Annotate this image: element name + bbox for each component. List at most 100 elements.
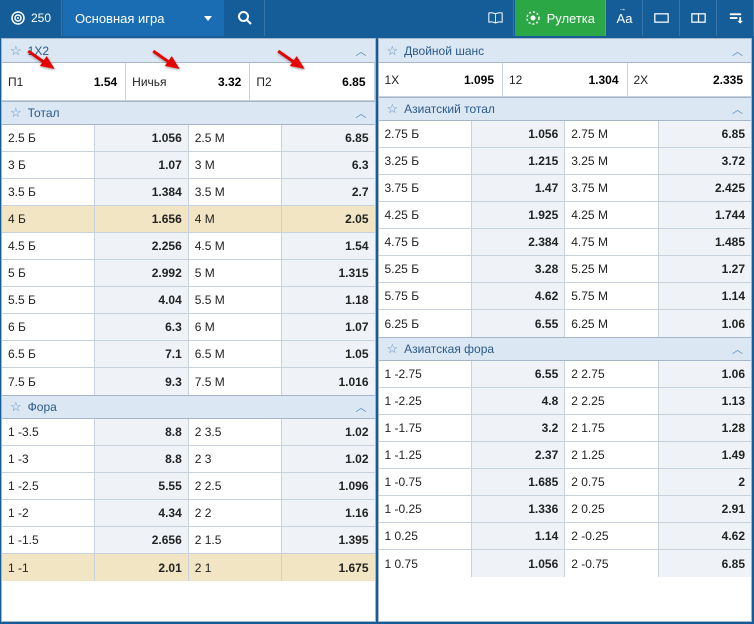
market-label[interactable]: 6 Б: [2, 314, 95, 340]
market-label[interactable]: 4 М: [189, 206, 282, 232]
roulette-button[interactable]: Рулетка: [515, 0, 606, 36]
market-odds[interactable]: 1.315: [282, 260, 374, 286]
market-odds[interactable]: 1.05: [282, 341, 374, 367]
market-label[interactable]: 5 М: [189, 260, 282, 286]
market-odds[interactable]: 2.7: [282, 179, 374, 205]
market-odds[interactable]: 2.425: [659, 175, 751, 201]
market-label[interactable]: 4.5 М: [189, 233, 282, 259]
market-odds[interactable]: 2.91: [659, 496, 751, 522]
market-odds[interactable]: 2: [659, 469, 751, 495]
market-label[interactable]: 1 -1: [2, 554, 95, 581]
market-label[interactable]: 5.25 Б: [379, 256, 472, 282]
market-odds[interactable]: 6.55: [472, 310, 565, 337]
market-odds[interactable]: 1.744: [659, 202, 751, 228]
star-icon[interactable]: ☆: [10, 105, 22, 121]
market-odds[interactable]: 1.06: [659, 361, 751, 387]
market-label[interactable]: 1 0.75: [379, 550, 472, 577]
market-odds[interactable]: 1.02: [282, 446, 374, 472]
market-label[interactable]: 2 3: [189, 446, 282, 472]
chevron-up-icon[interactable]: ︿: [356, 105, 367, 121]
market-odds[interactable]: 1.07: [282, 314, 374, 340]
market-odds[interactable]: 2.01: [95, 554, 188, 581]
market-odds[interactable]: 1.14: [659, 283, 751, 309]
market-label[interactable]: 6.25 М: [565, 310, 658, 337]
market-label[interactable]: 5.75 Б: [379, 283, 472, 309]
chevron-up-icon[interactable]: ︿: [356, 399, 367, 415]
market-label[interactable]: 2 -0.75: [565, 550, 658, 577]
section-asian-total-header[interactable]: ☆ Азиатский тотал ︿: [379, 97, 752, 121]
market-odds[interactable]: 1.056: [472, 550, 565, 577]
market-label[interactable]: 1 -3.5: [2, 419, 95, 445]
market-label[interactable]: 1 -1.5: [2, 527, 95, 553]
section-double-chance-header[interactable]: ☆ Двойной шанс ︿: [379, 39, 752, 63]
market-label[interactable]: 7.5 М: [189, 368, 282, 395]
market-odds[interactable]: 1.395: [282, 527, 374, 553]
market-label[interactable]: 5 Б: [2, 260, 95, 286]
market-odds[interactable]: 1.49: [659, 442, 751, 468]
market-label[interactable]: 4.5 Б: [2, 233, 95, 259]
market-odds[interactable]: 1.215: [472, 148, 565, 174]
market-odds[interactable]: 3.72: [659, 148, 751, 174]
bet-draw[interactable]: Ничья 3.32: [126, 63, 250, 100]
market-label[interactable]: 1 -0.75: [379, 469, 472, 495]
market-odds[interactable]: 7.1: [95, 341, 188, 367]
market-label[interactable]: 2 2.5: [189, 473, 282, 499]
market-label[interactable]: 1 -2: [2, 500, 95, 526]
market-label[interactable]: 2 1: [189, 554, 282, 581]
market-label[interactable]: 1 0.25: [379, 523, 472, 549]
market-odds[interactable]: 4.8: [472, 388, 565, 414]
market-label[interactable]: 3 М: [189, 152, 282, 178]
market-odds[interactable]: 1.656: [95, 206, 188, 232]
market-label[interactable]: 2 2.75: [565, 361, 658, 387]
market-label[interactable]: 2.5 М: [189, 125, 282, 151]
star-icon[interactable]: ☆: [10, 399, 22, 415]
layout-sort-button[interactable]: [718, 0, 754, 36]
market-odds[interactable]: 1.096: [282, 473, 374, 499]
market-label[interactable]: 2 1.75: [565, 415, 658, 441]
market-label[interactable]: 6.5 М: [189, 341, 282, 367]
market-label[interactable]: 3.75 Б: [379, 175, 472, 201]
market-label[interactable]: 1 -3: [2, 446, 95, 472]
font-button[interactable]: →Aa: [607, 0, 643, 36]
market-label[interactable]: 2 2: [189, 500, 282, 526]
market-odds[interactable]: 2.256: [95, 233, 188, 259]
bet-2x[interactable]: 2X 2.335: [628, 63, 752, 96]
market-label[interactable]: 6 М: [189, 314, 282, 340]
market-odds[interactable]: 2.384: [472, 229, 565, 255]
market-odds[interactable]: 9.3: [95, 368, 188, 395]
market-odds[interactable]: 1.675: [282, 554, 374, 581]
market-label[interactable]: 2.5 Б: [2, 125, 95, 151]
market-odds[interactable]: 1.18: [282, 287, 374, 313]
market-odds[interactable]: 3.2: [472, 415, 565, 441]
market-odds[interactable]: 2.992: [95, 260, 188, 286]
market-label[interactable]: 1 -2.75: [379, 361, 472, 387]
market-odds[interactable]: 6.3: [95, 314, 188, 340]
book-button[interactable]: [478, 0, 514, 36]
bet-12[interactable]: 12 1.304: [503, 63, 628, 96]
market-label[interactable]: 2.75 Б: [379, 121, 472, 147]
market-label[interactable]: 5.5 М: [189, 287, 282, 313]
market-odds[interactable]: 2.05: [282, 206, 374, 232]
market-label[interactable]: 7.5 Б: [2, 368, 95, 395]
market-odds[interactable]: 2.656: [95, 527, 188, 553]
market-label[interactable]: 6.5 Б: [2, 341, 95, 367]
market-odds[interactable]: 1.016: [282, 368, 374, 395]
market-odds[interactable]: 4.04: [95, 287, 188, 313]
market-odds[interactable]: 1.056: [95, 125, 188, 151]
market-odds[interactable]: 1.02: [282, 419, 374, 445]
market-odds[interactable]: 1.485: [659, 229, 751, 255]
star-icon[interactable]: ☆: [10, 43, 22, 59]
chevron-up-icon[interactable]: ︿: [732, 43, 743, 59]
market-odds[interactable]: 1.47: [472, 175, 565, 201]
market-label[interactable]: 1 -0.25: [379, 496, 472, 522]
market-odds[interactable]: 2.37: [472, 442, 565, 468]
search-button[interactable]: [225, 0, 265, 36]
market-label[interactable]: 3.5 М: [189, 179, 282, 205]
market-odds[interactable]: 5.55: [95, 473, 188, 499]
market-label[interactable]: 2 1.25: [565, 442, 658, 468]
bet-1x[interactable]: 1X 1.095: [379, 63, 504, 96]
star-icon[interactable]: ☆: [387, 43, 399, 59]
market-odds[interactable]: 3.28: [472, 256, 565, 282]
market-label[interactable]: 4.75 М: [565, 229, 658, 255]
market-label[interactable]: 2 3.5: [189, 419, 282, 445]
